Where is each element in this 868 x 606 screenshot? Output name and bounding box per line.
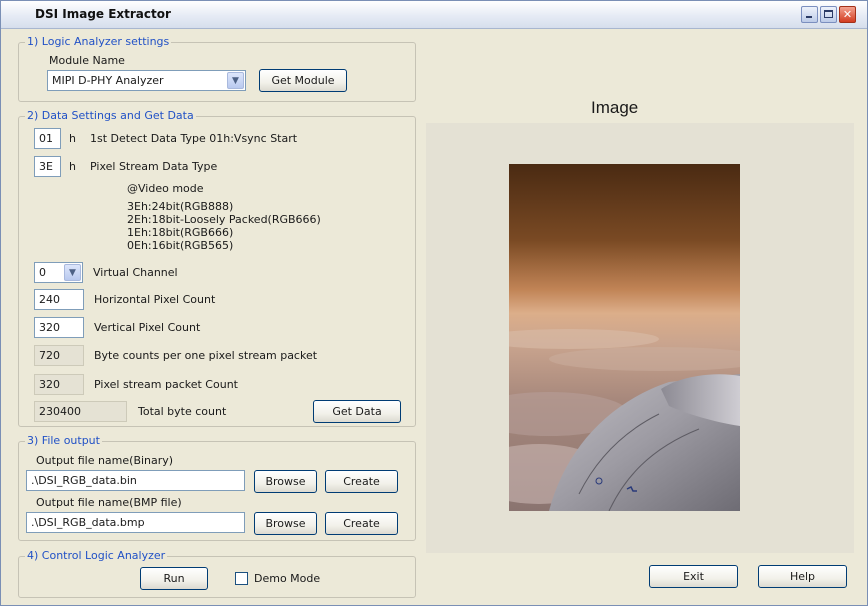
window-title: DSI Image Extractor — [35, 7, 171, 21]
maximize-icon — [824, 10, 833, 18]
title-bar[interactable]: DSI Image Extractor ✕ — [1, 1, 867, 29]
file-output-legend: 3) File output — [25, 434, 102, 447]
image-title: Image — [591, 98, 639, 117]
virtual-channel-select[interactable]: 0 ▼ — [34, 262, 83, 283]
module-name-value: MIPI D-PHY Analyzer — [52, 74, 164, 87]
create-bmp-button[interactable]: Create — [325, 512, 398, 535]
demo-mode-label: Demo Mode — [254, 572, 321, 585]
video-mode-option: 1Eh:18bit(RGB666) — [127, 226, 234, 239]
minimize-button[interactable] — [801, 6, 818, 23]
data-settings-legend: 2) Data Settings and Get Data — [25, 109, 196, 122]
detect-data-type-label: 1st Detect Data Type 01h:Vsync Start — [90, 132, 298, 145]
pixel-stream-type-field[interactable] — [34, 156, 61, 177]
byte-counts-field — [34, 345, 84, 366]
chevron-down-icon[interactable]: ▼ — [227, 72, 244, 89]
module-name-select[interactable]: MIPI D-PHY Analyzer ▼ — [47, 70, 246, 91]
detect-unit-label: h — [69, 132, 76, 145]
virtual-channel-value: 0 — [39, 266, 46, 279]
total-byte-count-label: Total byte count — [138, 405, 227, 418]
vertical-pixel-count-label: Vertical Pixel Count — [94, 321, 201, 334]
detect-data-type-field[interactable] — [34, 128, 61, 149]
total-byte-count-field — [34, 401, 127, 422]
preview-image — [509, 164, 740, 511]
packet-count-label: Pixel stream packet Count — [94, 378, 238, 391]
create-binary-button[interactable]: Create — [325, 470, 398, 493]
video-mode-option: 2Eh:18bit-Loosely Packed(RGB666) — [127, 213, 321, 226]
video-mode-heading: @Video mode — [127, 182, 204, 195]
demo-mode-checkbox[interactable] — [235, 572, 248, 585]
control-legend: 4) Control Logic Analyzer — [25, 549, 168, 562]
pixel-stream-type-label: Pixel Stream Data Type — [90, 160, 218, 173]
bmp-output-field[interactable] — [26, 512, 245, 533]
run-button[interactable]: Run — [140, 567, 208, 590]
close-button[interactable]: ✕ — [839, 6, 856, 23]
video-mode-option: 0Eh:16bit(RGB565) — [127, 239, 234, 252]
horizontal-pixel-count-label: Horizontal Pixel Count — [94, 293, 216, 306]
bmp-output-label: Output file name(BMP file) — [36, 496, 182, 509]
video-mode-option: 3Eh:24bit(RGB888) — [127, 200, 234, 213]
close-icon: ✕ — [842, 8, 853, 21]
maximize-button[interactable] — [820, 6, 837, 23]
binary-output-label: Output file name(Binary) — [36, 454, 174, 467]
minimize-icon — [806, 16, 812, 18]
get-data-button[interactable]: Get Data — [313, 400, 401, 423]
help-button[interactable]: Help — [758, 565, 847, 588]
binary-output-field[interactable] — [26, 470, 245, 491]
virtual-channel-label: Virtual Channel — [93, 266, 178, 279]
browse-bmp-button[interactable]: Browse — [254, 512, 317, 535]
horizontal-pixel-count-field[interactable] — [34, 289, 84, 310]
exit-button[interactable]: Exit — [649, 565, 738, 588]
get-module-button[interactable]: Get Module — [259, 69, 347, 92]
logic-analyzer-settings-legend: 1) Logic Analyzer settings — [25, 35, 172, 48]
chevron-down-icon[interactable]: ▼ — [64, 264, 81, 281]
control-group: 4) Control Logic Analyzer — [18, 549, 416, 598]
packet-count-field — [34, 374, 84, 395]
vertical-pixel-count-field[interactable] — [34, 317, 84, 338]
app-window: DSI Image Extractor ✕ 1) Logic Analyzer … — [0, 0, 868, 606]
pixel-type-unit-label: h — [69, 160, 76, 173]
byte-counts-label: Byte counts per one pixel stream packet — [94, 349, 318, 362]
module-name-label: Module Name — [49, 54, 125, 67]
browse-binary-button[interactable]: Browse — [254, 470, 317, 493]
